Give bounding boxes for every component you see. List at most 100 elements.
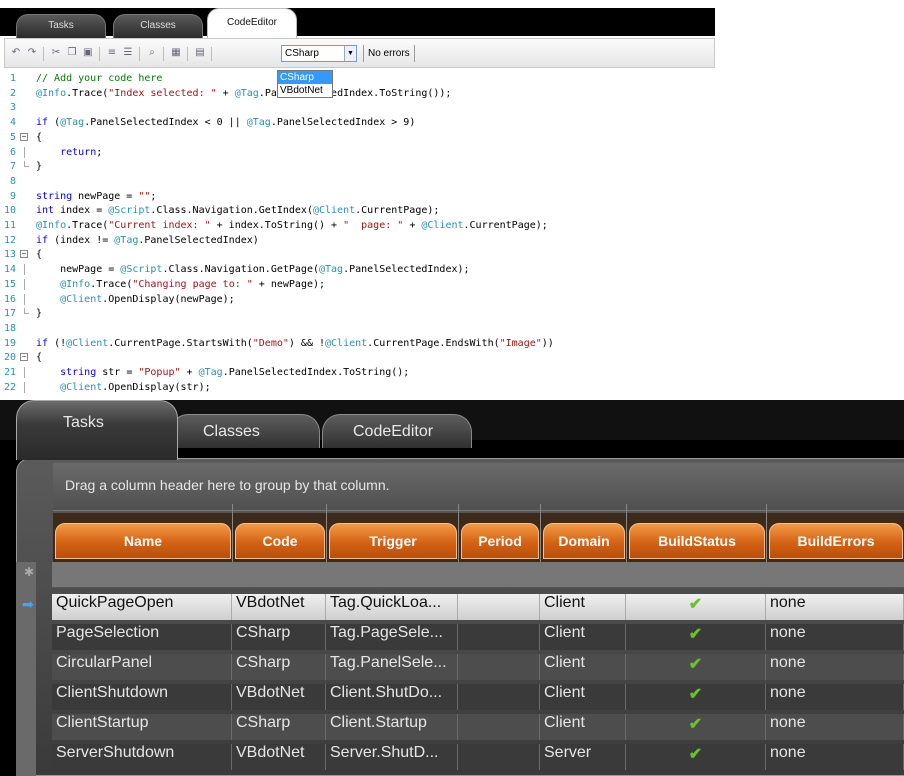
cell-build-errors[interactable]: none	[766, 594, 904, 620]
cell-code[interactable]: VBdotNet	[232, 594, 326, 620]
table-row[interactable]: ClientShutdown VBdotNet Client.ShutDo... Cl…	[52, 684, 904, 710]
line-number: 20	[3, 352, 16, 364]
cell-period[interactable]	[458, 714, 540, 740]
column-header-code[interactable]: Code	[235, 523, 325, 559]
tab-tasks[interactable]: Tasks	[16, 14, 106, 38]
column-header-row: Name Code Trigger Period Domain BuildStatus Bu…	[53, 513, 904, 563]
checkmark-icon[interactable]: ✔	[626, 744, 766, 770]
cell-trigger[interactable]: Client.ShutDo...	[326, 684, 458, 710]
cell-name[interactable]: ClientShutdown	[52, 684, 232, 710]
tab-code-editor[interactable]: CodeEditor	[322, 414, 472, 448]
line-number: 13	[3, 249, 16, 261]
cell-build-errors[interactable]: none	[766, 714, 904, 740]
cell-code[interactable]: VBdotNet	[232, 744, 326, 770]
tab-code-editor[interactable]: CodeEditor	[207, 8, 297, 38]
cell-build-errors[interactable]: none	[766, 684, 904, 710]
toolbar-separator	[43, 47, 44, 61]
checkmark-icon[interactable]: ✔	[626, 714, 766, 740]
undo-icon[interactable]: ↶	[9, 46, 23, 60]
collapse-icon[interactable]: −	[20, 250, 28, 259]
collapse-icon[interactable]: −	[20, 132, 28, 141]
fold-guide	[24, 293, 25, 305]
list-icon[interactable]: ▤	[193, 46, 207, 60]
column-header-domain[interactable]: Domain	[543, 523, 625, 559]
code-text: if (@Tag.PanelSelectedIndex < 0 || @Tag.…	[36, 117, 416, 129]
column-header-period[interactable]: Period	[461, 523, 539, 559]
cell-period[interactable]	[458, 744, 540, 770]
line-number: 19	[3, 337, 16, 349]
line-number: 5	[9, 131, 16, 143]
cell-code[interactable]: CSharp	[232, 654, 326, 680]
toolbar-separator	[163, 47, 164, 61]
copy-icon[interactable]: ❐	[65, 46, 79, 60]
cell-build-errors[interactable]: none	[766, 654, 904, 680]
cell-name[interactable]: ServerShutdown	[52, 744, 232, 770]
cell-name[interactable]: QuickPageOpen	[52, 594, 232, 620]
column-header-builderrors[interactable]: BuildErrors	[769, 523, 903, 559]
cell-domain[interactable]: Client	[540, 654, 626, 680]
checkmark-icon[interactable]: ✔	[626, 594, 766, 620]
language-option-csharp[interactable]: CSharp	[278, 71, 332, 84]
cell-trigger[interactable]: Tag.PanelSele...	[326, 654, 458, 680]
line-number: 11	[3, 220, 16, 231]
checkmark-icon[interactable]: ✔	[626, 624, 766, 650]
cell-code[interactable]: CSharp	[232, 624, 326, 650]
cell-domain[interactable]: Server	[540, 744, 626, 770]
cell-trigger[interactable]: Client.Startup	[326, 714, 458, 740]
column-header-name[interactable]: Name	[55, 523, 231, 559]
cell-domain[interactable]: Client	[540, 594, 626, 620]
code-area[interactable]: 1 // Add your code here 2 @Info.Trace("Inde…	[0, 70, 715, 398]
table-row[interactable]: CircularPanel CSharp Tag.PanelSele... Clien…	[52, 654, 904, 680]
checkmark-icon[interactable]: ✔	[626, 654, 766, 680]
cell-domain[interactable]: Client	[540, 684, 626, 710]
line-number: 4	[9, 117, 16, 129]
table-row[interactable]: ClientStartup CSharp Client.Startup Client ✔…	[52, 714, 904, 740]
toolbar-separator	[187, 47, 188, 61]
cell-name[interactable]: PageSelection	[52, 624, 232, 650]
collapse-icon[interactable]: −	[20, 353, 28, 362]
table-row[interactable]: QuickPageOpen VBdotNet Tag.QuickLoa... Clie…	[52, 594, 904, 620]
cell-period[interactable]	[458, 684, 540, 710]
cell-build-errors[interactable]: none	[766, 624, 904, 650]
cell-code[interactable]: VBdotNet	[232, 684, 326, 710]
table-row[interactable]: PageSelection CSharp Tag.PageSele... Client…	[52, 624, 904, 650]
tab-classes[interactable]: Classes	[170, 414, 320, 448]
column-header-buildstatus[interactable]: BuildStatus	[629, 523, 765, 559]
fold-guide	[24, 146, 25, 158]
indent-icon[interactable]: ≡	[105, 46, 119, 60]
language-option-vbdotnet[interactable]: VBdotNet	[278, 84, 332, 97]
cell-period[interactable]	[458, 654, 540, 680]
outdent-icon[interactable]: ☰	[121, 46, 135, 60]
line-number: 3	[9, 102, 16, 114]
cell-domain[interactable]: Client	[540, 624, 626, 650]
cell-domain[interactable]: Client	[540, 714, 626, 740]
cell-trigger[interactable]: Tag.QuickLoa...	[326, 594, 458, 620]
cell-code[interactable]: CSharp	[232, 714, 326, 740]
chevron-down-icon[interactable]: ▼	[344, 46, 356, 61]
calculator-icon[interactable]: ▦	[169, 46, 183, 60]
cell-name[interactable]: ClientStartup	[52, 714, 232, 740]
cell-trigger[interactable]: Server.ShutD...	[326, 744, 458, 770]
language-select-value: CSharp	[285, 48, 319, 59]
line-number: 12	[3, 234, 16, 246]
cut-icon[interactable]: ✂	[49, 46, 63, 60]
column-header-trigger[interactable]: Trigger	[329, 523, 457, 559]
tab-classes[interactable]: Classes	[113, 14, 203, 38]
line-number: 1	[9, 73, 16, 84]
group-by-bar[interactable]: Drag a column header here to group by th…	[53, 463, 904, 511]
cell-name[interactable]: CircularPanel	[52, 654, 232, 680]
line-number: 9	[9, 190, 16, 202]
tab-tasks[interactable]: Tasks	[16, 400, 178, 460]
cell-period[interactable]	[458, 594, 540, 620]
code-text: // Add your code here	[36, 73, 163, 84]
table-row[interactable]: ServerShutdown VBdotNet Server.ShutD... Ser…	[52, 744, 904, 770]
cell-build-errors[interactable]: none	[766, 744, 904, 770]
paste-icon[interactable]: ▣	[81, 46, 95, 60]
new-row-placeholder[interactable]	[52, 562, 904, 588]
redo-icon[interactable]: ↷	[25, 46, 39, 60]
language-select[interactable]: CSharp ▼	[281, 45, 357, 62]
checkmark-icon[interactable]: ✔	[626, 684, 766, 710]
cell-trigger[interactable]: Tag.PageSele...	[326, 624, 458, 650]
cell-period[interactable]	[458, 624, 540, 650]
find-icon[interactable]: ⌕	[145, 46, 159, 60]
